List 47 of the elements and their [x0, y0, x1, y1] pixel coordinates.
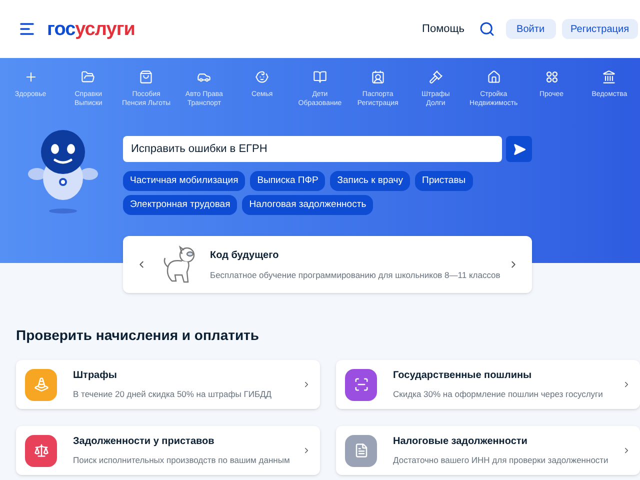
section-title: Проверить начисления и оплатить	[16, 326, 260, 345]
chevron-right-icon	[622, 446, 631, 455]
logo[interactable]: госуслуги	[47, 20, 135, 38]
chevron-right-icon	[302, 380, 311, 389]
book-icon	[312, 70, 327, 84]
promo-text: Бесплатное обучение программированию для школьников 8—11 классов	[210, 268, 502, 282]
search-icon[interactable]	[478, 21, 495, 37]
payment-card[interactable]: Штрафы В течение 20 дней скидка 50% на штрафы ГИБДД	[16, 360, 320, 409]
house-icon	[486, 70, 501, 84]
suggestion-chip[interactable]: Частичная мобилизация	[123, 171, 246, 191]
bag-icon	[139, 70, 154, 84]
menu-icon[interactable]	[20, 23, 34, 35]
chevron-right-icon	[622, 380, 631, 389]
card-title: Налоговые задолженности	[393, 435, 528, 450]
card-text: Поиск исполнительных производств по вашим данным	[73, 454, 291, 467]
send-button[interactable]	[506, 136, 532, 162]
card-text: В течение 20 дней скидка 50% на штрафы ГИБДД	[73, 388, 273, 401]
send-icon	[512, 142, 526, 156]
document-icon	[354, 443, 368, 458]
payment-card[interactable]: Задолженности у приставов Поиск исполнительных производств по вашим данным	[16, 426, 320, 475]
grid-icon	[544, 70, 559, 84]
login-button[interactable]: Войти	[506, 19, 556, 39]
folder-icon	[81, 70, 96, 84]
card-title: Штрафы	[73, 369, 118, 384]
promo-title: Код будущего	[210, 248, 280, 263]
gavel-icon	[428, 70, 443, 84]
search-field[interactable]: Исправить ошибки в ЕГРН	[123, 136, 502, 162]
promo-card[interactable]: Код будущего Бесплатное обучение программированию для школьников 8—11 классов	[123, 236, 532, 293]
help-link[interactable]: Помощь	[422, 20, 465, 38]
register-button[interactable]: Регистрация	[562, 19, 638, 39]
scales-icon	[34, 443, 48, 458]
payment-card[interactable]: Налоговые задолженности Достаточно вашего ИНН для проверки задолженности	[336, 426, 640, 475]
suggestion-chip[interactable]: Приставы	[415, 171, 473, 191]
card-text: Скидка 30% на оформление пошлин через госуслуги	[393, 388, 604, 401]
card-text: Достаточно вашего ИНН для проверки задолженности	[393, 454, 610, 467]
scan-icon	[354, 377, 368, 392]
emblem-icon	[602, 70, 616, 84]
suggestion-chip[interactable]: Налоговая задолженность	[242, 195, 374, 215]
suggestion-chip[interactable]: Выписка ПФР	[250, 171, 326, 191]
id-card-icon	[370, 70, 385, 84]
chevron-right-icon	[302, 446, 311, 455]
payment-card[interactable]: Государственные пошлины Скидка 30% на оформление пошлин через госуслуги	[336, 360, 640, 409]
plus-icon	[24, 70, 38, 84]
card-title: Задолженности у приставов	[73, 435, 216, 450]
suggestion-chip[interactable]: Электронная трудовая	[123, 195, 238, 215]
card-title: Государственные пошлины	[393, 369, 533, 384]
suggestion-chip[interactable]: Запись к врачу	[330, 171, 410, 191]
